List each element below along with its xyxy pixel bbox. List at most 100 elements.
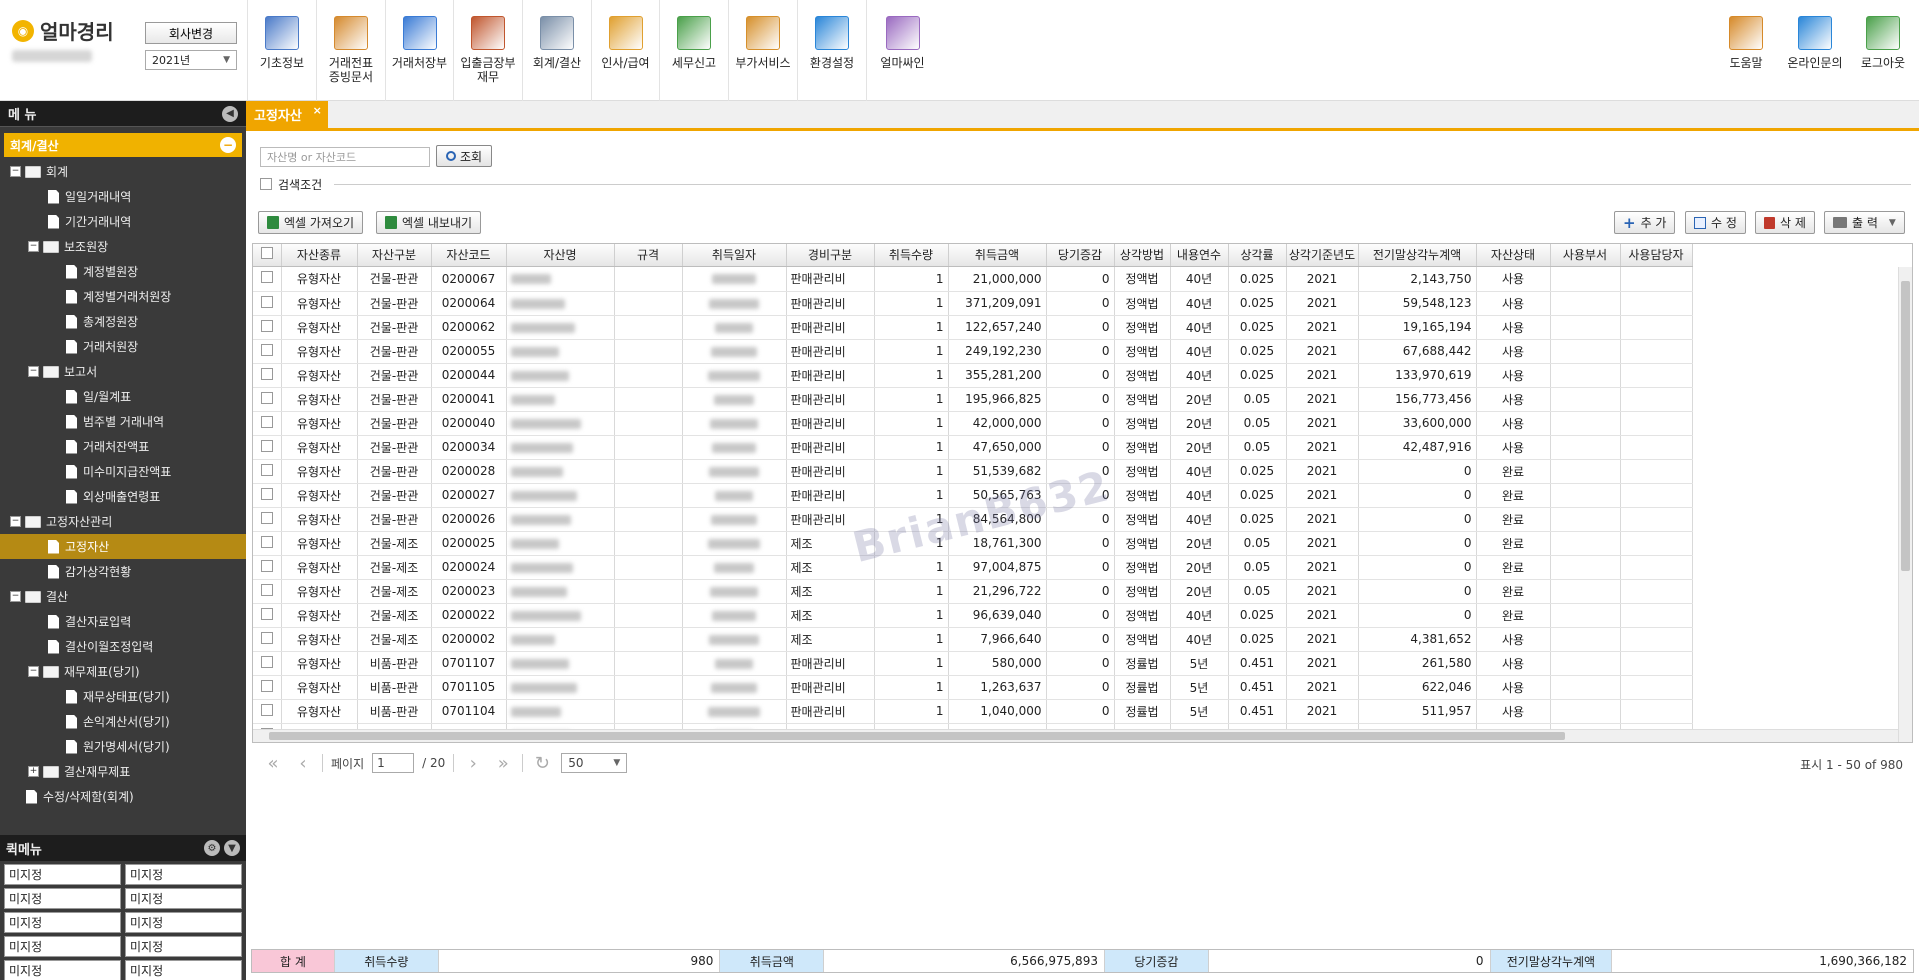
column-header[interactable]: 사용부서 [1550, 244, 1621, 267]
table-row[interactable]: 유형자산 비품-판관 0701107 판매관리비 1 580,000 0 정률법 5년 0.451… [253, 651, 1693, 676]
column-header[interactable]: 자산종류 [281, 244, 358, 267]
table-row[interactable]: 유형자산 건물-판관 0200044 판매관리비 1 355,281,200 0 정액법 40년… [253, 363, 1693, 388]
toolbar-button-help[interactable]: 도움말 [1718, 0, 1774, 101]
row-checkbox-cell[interactable] [253, 579, 282, 604]
row-checkbox[interactable] [260, 631, 273, 644]
row-checkbox-cell[interactable] [253, 315, 282, 340]
menu-item[interactable]: 범주별 거래내역 [0, 409, 246, 434]
menu-item[interactable]: 거래처원장 [0, 334, 246, 359]
column-header[interactable]: 취득금액 [948, 244, 1047, 267]
select-all-header[interactable] [253, 244, 282, 267]
table-row[interactable]: 유형자산 건물-판관 0200062 판매관리비 1 122,657,240 0 정액법 40년… [253, 315, 1693, 340]
table-row[interactable]: 유형자산 건물-판관 0200064 판매관리비 1 371,209,091 0 정액법 40년… [253, 291, 1693, 316]
table-row[interactable]: 유형자산 건물-판관 0200027 판매관리비 1 50,565,763 0 정액법 40년 0… [253, 483, 1693, 508]
column-header[interactable]: 자산코드 [431, 244, 507, 267]
toolbar-button-voucher[interactable]: 거래전표 증빙문서 [316, 0, 385, 101]
toolbar-button-bank[interactable]: 부가서비스 [728, 0, 797, 101]
row-checkbox[interactable] [260, 343, 273, 356]
menu-item[interactable]: 감가상각현황 [0, 559, 246, 584]
scroll-thumb[interactable] [269, 732, 1565, 740]
quick-menu-item[interactable]: 미지정 [125, 960, 242, 980]
menu-item[interactable]: 거래처잔액표 [0, 434, 246, 459]
collapse-minus-icon[interactable]: − [28, 366, 39, 377]
quick-menu-item[interactable]: 미지정 [4, 936, 121, 957]
menu-item[interactable]: 기간거래내역 [0, 209, 246, 234]
quick-menu-item[interactable]: 미지정 [4, 864, 121, 885]
row-checkbox[interactable] [260, 271, 273, 284]
first-page-icon[interactable]: « [262, 753, 284, 774]
table-row[interactable]: 유형자산 건물-제조 0200024 제조 1 97,004,875 0 정액법 20년 0.05… [253, 555, 1693, 580]
table-row[interactable]: 유형자산 건물-판관 0200034 판매관리비 1 47,650,000 0 정액법 20년 0… [253, 435, 1693, 460]
menu-item[interactable]: 재무상태표(당기) [0, 684, 246, 709]
toolbar-button-money-house[interactable]: 입출금장부 재무 [453, 0, 522, 101]
row-checkbox-cell[interactable] [253, 291, 282, 316]
toolbar-button-accounting[interactable]: 회계/결산 [522, 0, 591, 101]
toolbar-button-settings-gear[interactable]: 환경설정 [797, 0, 866, 101]
add-button[interactable]: + 추 가 [1614, 211, 1676, 234]
row-checkbox-cell[interactable] [253, 435, 282, 460]
table-row[interactable]: 유형자산 건물-판관 0200067 판매관리비 1 21,000,000 0 정액법 40년 0… [253, 267, 1693, 292]
collapse-minus-icon[interactable]: − [10, 516, 21, 527]
toolbar-button-logout[interactable]: 로그아웃 [1853, 0, 1913, 101]
row-checkbox[interactable] [260, 415, 273, 428]
menu-item[interactable]: 수정/삭제함(회계) [0, 784, 246, 809]
column-header[interactable]: 자산구분 [357, 244, 432, 267]
column-header[interactable]: 규격 [614, 244, 683, 267]
select-all-checkbox[interactable] [260, 247, 273, 260]
quick-menu-item[interactable]: 미지정 [4, 960, 121, 980]
page-size-select[interactable]: 50 ▼ [561, 753, 628, 773]
row-checkbox-cell[interactable] [253, 699, 282, 724]
column-header[interactable]: 사용담당자 [1620, 244, 1693, 267]
menu-item[interactable]: 미수미지급잔액표 [0, 459, 246, 484]
row-checkbox[interactable] [260, 703, 273, 716]
table-row[interactable]: 유형자산 비품-판관 0701105 판매관리비 1 1,263,637 0 정률법 5년 0.4… [253, 675, 1693, 700]
company-change-button[interactable]: 회사변경 [145, 22, 237, 44]
collapse-left-icon[interactable]: ◀ [222, 105, 238, 122]
table-row[interactable]: 유형자산 건물-판관 0200028 판매관리비 1 51,539,682 0 정액법 40년 0… [253, 459, 1693, 484]
row-checkbox[interactable] [260, 679, 273, 692]
menu-item[interactable]: + 결산재무제표 [0, 759, 246, 784]
row-checkbox-cell[interactable] [253, 267, 282, 292]
vertical-scrollbar[interactable] [1898, 267, 1912, 742]
menu-item[interactable]: 계정별거래처원장 [0, 284, 246, 309]
toolbar-button-ledger[interactable]: 거래처장부 [385, 0, 453, 101]
edit-button[interactable]: 수 정 [1685, 211, 1746, 234]
row-checkbox-cell[interactable] [253, 363, 282, 388]
row-checkbox-cell[interactable] [253, 603, 282, 628]
row-checkbox[interactable] [260, 583, 273, 596]
asset-search-input[interactable]: 자산명 or 자산코드 [260, 147, 430, 167]
toolbar-button-sign[interactable]: 얼마싸인 [866, 0, 938, 101]
menu-item[interactable]: 고정자산 [0, 534, 246, 559]
row-checkbox-cell[interactable] [253, 555, 282, 580]
tab-close-icon[interactable]: × [313, 104, 322, 117]
menu-item[interactable]: 일일거래내역 [0, 184, 246, 209]
menu-item[interactable]: 계정별원장 [0, 259, 246, 284]
quick-menu-item[interactable]: 미지정 [4, 888, 121, 909]
row-checkbox[interactable] [260, 535, 273, 548]
toolbar-button-tax[interactable]: 세무신고 [659, 0, 728, 101]
toolbar-button-basic-info[interactable]: 기초정보 [247, 0, 316, 101]
delete-button[interactable]: 삭 제 [1755, 211, 1815, 234]
row-checkbox-cell[interactable] [253, 459, 282, 484]
column-header[interactable]: 상각률 [1228, 244, 1287, 267]
expand-plus-icon[interactable]: + [28, 766, 39, 777]
table-row[interactable]: 유형자산 건물-제조 0200025 제조 1 18,761,300 0 정액법 20년 0.05… [253, 531, 1693, 556]
menu-item[interactable]: 외상매출연령표 [0, 484, 246, 509]
print-button[interactable]: 출 력 ▼ [1824, 211, 1905, 234]
search-condition-checkbox[interactable] [260, 178, 272, 190]
menu-item[interactable]: 결산이월조정입력 [0, 634, 246, 659]
table-row[interactable]: 유형자산 건물-제조 0200002 제조 1 7,966,640 0 정액법 40년 0.025… [253, 627, 1693, 652]
column-header[interactable]: 상각방법 [1114, 244, 1171, 267]
column-header[interactable]: 취득일자 [682, 244, 787, 267]
menu-item[interactable]: − 보조원장 [0, 234, 246, 259]
row-checkbox[interactable] [260, 319, 273, 332]
menu-item[interactable]: 총계정원장 [0, 309, 246, 334]
row-checkbox[interactable] [260, 463, 273, 476]
sidebar-section-accounting[interactable]: 회계/결산 − [4, 133, 242, 157]
quick-menu-item[interactable]: 미지정 [125, 888, 242, 909]
table-row[interactable]: 유형자산 건물-판관 0200055 판매관리비 1 249,192,230 0 정액법 40년… [253, 339, 1693, 364]
gear-icon[interactable]: ⚙ [204, 840, 220, 856]
quick-menu-item[interactable]: 미지정 [4, 912, 121, 933]
quick-menu-item[interactable]: 미지정 [125, 864, 242, 885]
row-checkbox[interactable] [260, 295, 273, 308]
